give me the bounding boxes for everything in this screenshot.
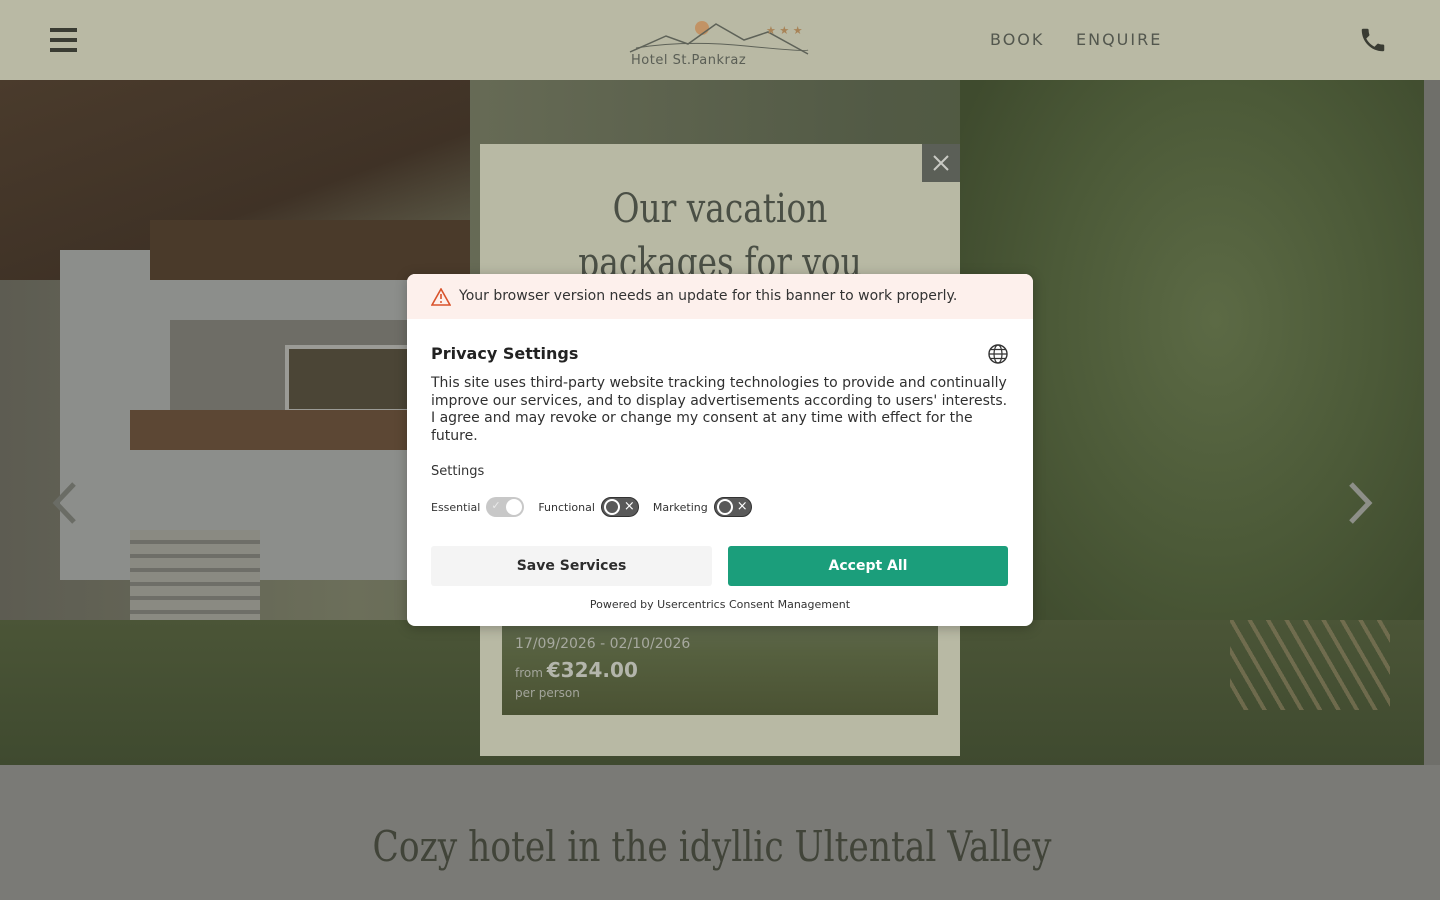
warning-icon (431, 288, 451, 306)
enquire-link[interactable]: ENQUIRE (1076, 30, 1162, 49)
consent-toggles: Essential ✓ Functional × Marketing × (431, 497, 766, 517)
warning-text: Your browser version needs an update for… (459, 288, 958, 304)
hero-balcony-lower (130, 410, 410, 450)
marketing-toggle[interactable]: × (713, 497, 752, 517)
prev-slide-icon[interactable] (50, 480, 80, 526)
accept-all-button[interactable]: Accept All (728, 546, 1008, 586)
settings-label: Settings (431, 464, 485, 479)
price-value: €324.00 (546, 658, 638, 682)
globe-icon[interactable] (987, 343, 1009, 365)
consent-description: This site uses third-party website track… (431, 375, 1008, 444)
price-from-label: from (515, 666, 543, 680)
intro-title: Cozy hotel in the idyllic Ultental Valle… (372, 822, 1052, 871)
next-slide-icon[interactable] (1345, 480, 1375, 526)
hero-deckchairs (1230, 620, 1390, 710)
x-icon: × (736, 499, 748, 514)
toggle-label-functional: Functional (538, 500, 595, 514)
toggle-label-marketing: Marketing (652, 500, 708, 514)
hero-balcony (150, 220, 470, 280)
phone-icon[interactable] (1358, 25, 1388, 55)
logo-text: Hotel St.Pankraz (631, 53, 747, 68)
close-icon[interactable] (922, 144, 960, 182)
powered-by-text: Powered by Usercentrics Consent Manageme… (589, 598, 851, 611)
price-per-person: per person (515, 686, 580, 700)
hotel-logo[interactable]: ★ ★ ★ Hotel St.Pankraz (626, 10, 812, 72)
browser-warning: Your browser version needs an update for… (407, 274, 1033, 319)
package-dates: 17/09/2026 - 02/10/2026 (515, 636, 691, 652)
book-link[interactable]: BOOK (990, 30, 1044, 49)
functional-toggle[interactable]: × (600, 497, 639, 517)
essential-toggle: ✓ (486, 497, 525, 517)
hero-scroll-strip (1424, 80, 1440, 765)
save-services-button[interactable]: Save Services (431, 546, 712, 586)
consent-title: Privacy Settings (431, 344, 579, 363)
consent-dialog: Your browser version needs an update for… (407, 274, 1033, 626)
check-icon: ✓ (491, 499, 501, 512)
package-price: from €324.00 (515, 658, 638, 682)
site-header: ★ ★ ★ Hotel St.Pankraz BOOK ENQUIRE (0, 0, 1440, 80)
x-icon: × (623, 499, 635, 514)
hamburger-menu-icon[interactable] (50, 28, 77, 52)
toggle-label-essential: Essential (431, 500, 481, 514)
svg-text:★ ★ ★: ★ ★ ★ (766, 24, 803, 37)
